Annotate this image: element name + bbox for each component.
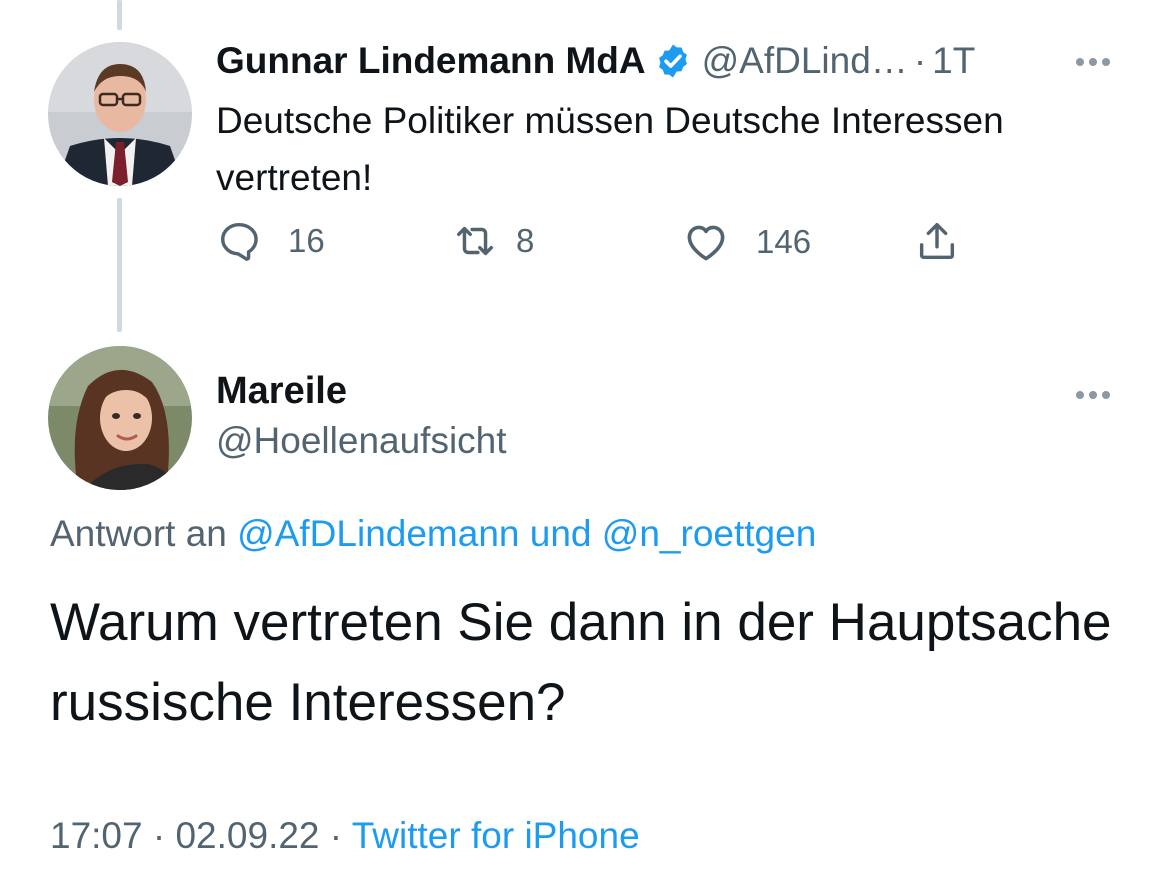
more-icon[interactable] (1076, 58, 1110, 66)
tweet-source-link[interactable]: Twitter for iPhone (352, 815, 640, 856)
reply-tweet-text: Warum vertreten Sie dann in der Hauptsac… (50, 593, 1112, 732)
share-button[interactable] (914, 218, 960, 264)
thread-line-connector (117, 198, 122, 332)
mention-link-afdlindemann[interactable]: @AfDLindemann (237, 513, 519, 554)
tweet-time[interactable]: 17:07 (50, 815, 143, 856)
meta-separator-2: · (329, 815, 343, 856)
avatar-reply-author[interactable] (48, 346, 192, 490)
replying-to-line: Antwort an @AfDLindemann und @n_roettgen (50, 513, 816, 555)
reply-icon (216, 218, 262, 264)
reply-more-icon[interactable] (1076, 391, 1110, 399)
mention-link-n-roettgen[interactable]: @n_roettgen (602, 513, 816, 554)
reply-count: 16 (288, 222, 325, 259)
like-button[interactable]: 146 (682, 218, 811, 266)
replying-to-joiner: und (529, 513, 592, 554)
tweet-meta: 17:07 · 02.09.22 · Twitter for iPhone (50, 815, 640, 857)
share-icon (914, 218, 960, 264)
like-icon (682, 218, 730, 266)
like-count: 146 (756, 223, 812, 260)
retweet-button[interactable]: 8 (452, 218, 534, 264)
avatar-original-author[interactable] (48, 42, 192, 186)
retweet-icon (452, 218, 498, 264)
header-separator: · (913, 40, 927, 81)
original-author-name[interactable]: Gunnar Lindemann MdA (216, 36, 646, 86)
reply-button[interactable]: 16 (216, 218, 325, 264)
reply-author-handle[interactable]: @Hoellenaufsicht (216, 420, 507, 462)
reply-author-name[interactable]: Mareile (216, 370, 347, 413)
original-tweet-header: Gunnar Lindemann MdA @AfDLind… · 1T (216, 36, 975, 86)
original-author-handle[interactable]: @AfDLind… (702, 36, 908, 86)
meta-separator-1: · (152, 815, 166, 856)
retweet-count: 8 (516, 222, 535, 259)
verified-badge-icon (654, 42, 692, 80)
replying-to-label: Antwort an (50, 513, 227, 554)
tweet-date[interactable]: 02.09.22 (175, 815, 319, 856)
original-tweet-text: Deutsche Politiker müssen Deutsche Inter… (216, 100, 1004, 198)
original-tweet-time[interactable]: 1T (932, 36, 975, 86)
thread-line-top (117, 0, 122, 30)
